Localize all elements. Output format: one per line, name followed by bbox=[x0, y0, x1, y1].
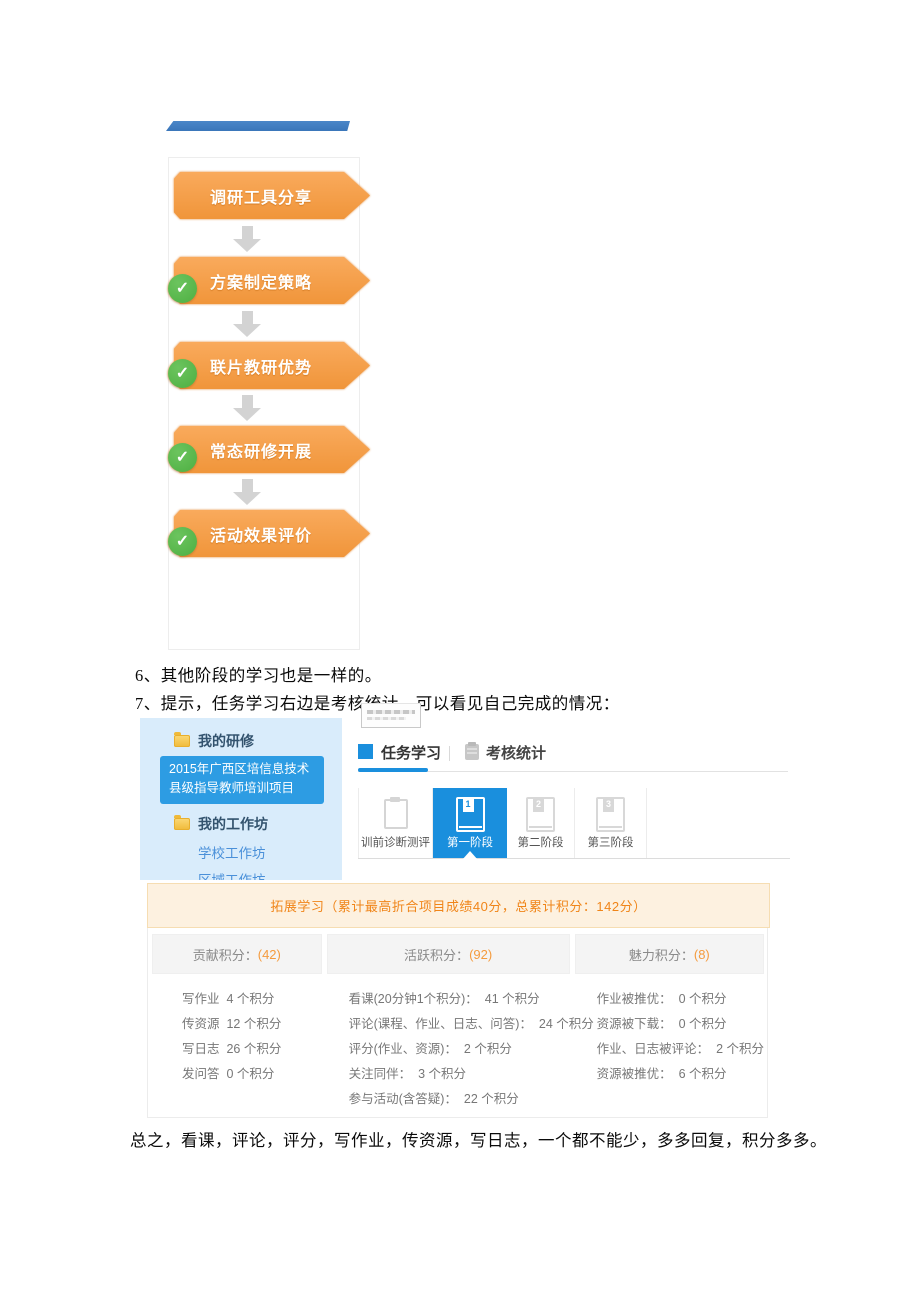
doc-footer-line: 总之，看课，评论，评分，写作业，传资源，写日志，一个都不能少，多多回复，积分多多… bbox=[130, 1127, 827, 1151]
flow-step-label: 调研工具分享 bbox=[210, 184, 334, 208]
flow-step-label: 联片教研优势 bbox=[210, 354, 334, 378]
flow-step-label: 常态研修开展 bbox=[210, 438, 334, 462]
stage-row: 训前诊断测评 1 第一阶段 2 第二阶段 3 第三阶段 bbox=[358, 788, 790, 859]
stage-label: 第三阶段 bbox=[588, 834, 634, 850]
down-arrow-icon bbox=[233, 226, 261, 253]
folder-icon bbox=[174, 735, 190, 747]
score-header-value: (42) bbox=[258, 947, 281, 962]
clipboard-icon bbox=[465, 744, 479, 760]
sidebar-section-label: 我的工作坊 bbox=[198, 814, 268, 834]
score-rows: 作业被推优： 0 个积分 资源被下载： 0 个积分 作业、日志被评论： 2 个积… bbox=[575, 974, 764, 1087]
score-header-value: (92) bbox=[469, 947, 492, 962]
stage-label: 训前诊断测评 bbox=[361, 834, 430, 850]
score-column-charm: 魅力积分：(8) 作业被推优： 0 个积分 资源被下载： 0 个积分 作业、日志… bbox=[575, 934, 764, 1117]
score-header-value: (8) bbox=[694, 947, 710, 962]
flow-step-label: 活动效果评价 bbox=[210, 522, 334, 546]
book-2-icon: 2 bbox=[526, 797, 555, 832]
folder-icon bbox=[174, 818, 190, 830]
tab-assessment-stats[interactable]: 考核统计 bbox=[486, 742, 546, 763]
score-row: 传资源 12 个积分 bbox=[182, 1012, 322, 1037]
active-stage-notch bbox=[462, 851, 478, 860]
tab-task-study[interactable]: 任务学习 bbox=[381, 742, 441, 763]
flow-step-1[interactable]: 调研工具分享 bbox=[174, 172, 370, 219]
score-row: 写日志 26 个积分 bbox=[182, 1037, 322, 1062]
check-icon: ✓ bbox=[168, 359, 197, 388]
down-arrow-icon bbox=[233, 479, 261, 506]
score-row: 作业被推优： 0 个积分 bbox=[597, 987, 764, 1012]
score-rows: 看课(20分钟1个积分)： 41 个积分 评论(课程、作业、日志、问答)： 24… bbox=[327, 974, 570, 1112]
score-row: 关注同伴： 3 个积分 bbox=[349, 1062, 570, 1087]
score-header-label: 活跃积分： bbox=[404, 945, 469, 964]
score-row: 资源被推优： 6 个积分 bbox=[597, 1062, 764, 1087]
book-3-icon: 3 bbox=[596, 797, 625, 832]
score-row: 评论(课程、作业、日志、问答)： 24 个积分 bbox=[349, 1012, 570, 1037]
down-arrow-icon bbox=[233, 395, 261, 422]
check-icon: ✓ bbox=[168, 274, 197, 303]
score-column-header: 贡献积分：(42) bbox=[152, 934, 322, 974]
score-row: 评分(作业、资源)： 2 个积分 bbox=[349, 1037, 570, 1062]
sidebar: 我的研修 2015年广西区培信息技术县级指导教师培训项目 我的工作坊 学校工作坊… bbox=[140, 718, 342, 880]
sidebar-link-region-workshop[interactable]: 区域工作坊 bbox=[198, 869, 266, 880]
flow-step-3[interactable]: 联片教研优势 ✓ bbox=[174, 342, 370, 389]
score-row: 看课(20分钟1个积分)： 41 个积分 bbox=[349, 987, 570, 1012]
score-column-header: 魅力积分：(8) bbox=[575, 934, 764, 974]
sidebar-item-my-training[interactable]: 我的研修 bbox=[174, 731, 254, 751]
sidebar-section-label: 我的研修 bbox=[198, 731, 254, 751]
score-rows: 写作业 4 个积分 传资源 12 个积分 写日志 26 个积分 发问答 0 个积… bbox=[152, 974, 322, 1087]
score-header-label: 魅力积分： bbox=[629, 945, 694, 964]
flow-step-shape: 常态研修开展 bbox=[174, 426, 370, 473]
score-table-body: 贡献积分：(42) 写作业 4 个积分 传资源 12 个积分 写日志 26 个积… bbox=[147, 928, 768, 1118]
top-blue-bar bbox=[166, 121, 350, 131]
score-row: 作业、日志被评论： 2 个积分 bbox=[597, 1037, 764, 1062]
down-arrow-icon bbox=[233, 311, 261, 338]
score-header-label: 贡献积分： bbox=[193, 945, 258, 964]
stage-3[interactable]: 3 第三阶段 bbox=[575, 788, 647, 858]
stage-row-spacer bbox=[647, 788, 790, 858]
cropped-button[interactable] bbox=[361, 703, 421, 728]
score-column-contribution: 贡献积分：(42) 写作业 4 个积分 传资源 12 个积分 写日志 26 个积… bbox=[152, 934, 322, 1117]
tab-divider bbox=[449, 746, 450, 761]
sidebar-link-school-workshop[interactable]: 学校工作坊 bbox=[198, 842, 266, 862]
stage-2[interactable]: 2 第二阶段 bbox=[507, 788, 575, 858]
flowchart-container bbox=[168, 157, 360, 650]
task-tab-icon bbox=[358, 744, 373, 759]
book-1-icon: 1 bbox=[456, 797, 485, 832]
score-row: 发问答 0 个积分 bbox=[182, 1062, 322, 1087]
score-row: 写作业 4 个积分 bbox=[182, 987, 322, 1012]
score-column-header: 活跃积分：(92) bbox=[327, 934, 570, 974]
flow-step-shape: 方案制定策略 bbox=[174, 257, 370, 304]
sidebar-item-my-workshop[interactable]: 我的工作坊 bbox=[174, 814, 268, 834]
stage-label: 第一阶段 bbox=[447, 834, 493, 850]
flow-step-shape: 联片教研优势 bbox=[174, 342, 370, 389]
score-table-title: 拓展学习（累计最高折合项目成绩40分，总累计积分：142分） bbox=[147, 883, 770, 928]
stage-1[interactable]: 1 第一阶段 bbox=[433, 788, 507, 858]
flow-step-5[interactable]: 活动效果评价 ✓ bbox=[174, 510, 370, 557]
score-column-activity: 活跃积分：(92) 看课(20分钟1个积分)： 41 个积分 评论(课程、作业、… bbox=[327, 934, 570, 1117]
flow-step-label: 方案制定策略 bbox=[210, 269, 334, 293]
sidebar-program-button[interactable]: 2015年广西区培信息技术县级指导教师培训项目 bbox=[160, 756, 324, 804]
clipboard-pages-icon bbox=[384, 799, 408, 829]
flow-step-shape: 调研工具分享 bbox=[174, 172, 370, 219]
active-tab-underline bbox=[358, 768, 428, 772]
stage-pretest[interactable]: 训前诊断测评 bbox=[358, 788, 433, 858]
flow-step-2[interactable]: 方案制定策略 ✓ bbox=[174, 257, 370, 304]
flow-step-shape: 活动效果评价 bbox=[174, 510, 370, 557]
doc-line-6: 6、其他阶段的学习也是一样的。 bbox=[135, 662, 382, 686]
score-row: 参与活动(含答疑)： 22 个积分 bbox=[349, 1087, 570, 1112]
check-icon: ✓ bbox=[168, 527, 197, 556]
stage-label: 第二阶段 bbox=[518, 834, 564, 850]
check-icon: ✓ bbox=[168, 443, 197, 472]
flow-step-4[interactable]: 常态研修开展 ✓ bbox=[174, 426, 370, 473]
score-row: 资源被下载： 0 个积分 bbox=[597, 1012, 764, 1037]
